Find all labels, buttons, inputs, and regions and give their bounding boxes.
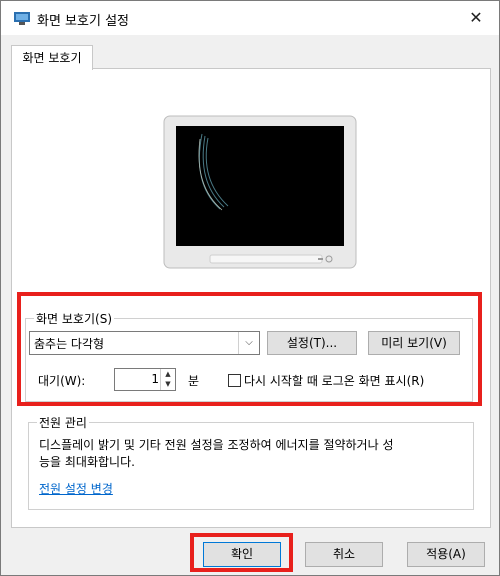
chevron-down-icon: ⌵ (238, 332, 259, 354)
power-description-line2: 능을 최대화합니다. (39, 455, 135, 469)
monitor-preview (163, 115, 357, 269)
tab-panel: 화면 보호기(S) 춤추는 다각형 ⌵ 설정(T)... 미리 보기(V) 대기… (11, 68, 491, 528)
cancel-button[interactable]: 취소 (305, 542, 383, 567)
spin-down-icon[interactable]: ▼ (161, 379, 175, 389)
tab-screensaver[interactable]: 화면 보호기 (11, 45, 93, 70)
screensaver-group-label: 화면 보호기(S) (34, 310, 114, 327)
power-description-line1: 디스플레이 밝기 및 기타 전원 설정을 조정하여 에너지를 절약하거나 성 (39, 438, 394, 452)
wait-unit-label: 분 (188, 374, 200, 388)
power-group-label: 전원 관리 (37, 414, 89, 431)
close-icon: ✕ (469, 8, 483, 27)
close-button[interactable]: ✕ (453, 1, 499, 35)
apply-button[interactable]: 적용(A) (407, 542, 485, 567)
logon-checkbox[interactable] (228, 374, 241, 387)
logon-checkbox-label[interactable]: 다시 시작할 때 로그온 화면 표시(R) (244, 372, 424, 389)
wait-minutes-value: 1 (151, 372, 159, 386)
wait-minutes-stepper[interactable]: 1 ▲ ▼ (114, 368, 176, 391)
wait-label: 대기(W): (38, 374, 86, 388)
preview-button[interactable]: 미리 보기(V) (368, 331, 460, 355)
window-title: 화면 보호기 설정 (37, 14, 129, 29)
screensaver-app-icon (14, 12, 30, 25)
screensaver-select[interactable]: 춤추는 다각형 ⌵ (29, 331, 260, 355)
stepper-buttons: ▲ ▼ (160, 369, 175, 390)
ok-button[interactable]: 확인 (203, 542, 281, 567)
screensaver-settings-window: 화면 보호기 설정 ✕ 화면 보호기 화면 보호기(S) 춤추는 다각형 ⌵ 설… (0, 0, 500, 576)
settings-button[interactable]: 설정(T)... (267, 331, 357, 355)
screensaver-select-value: 춤추는 다각형 (34, 337, 105, 351)
title-bar: 화면 보호기 설정 ✕ (1, 1, 499, 35)
power-settings-link[interactable]: 전원 설정 변경 (39, 480, 113, 497)
spin-up-icon[interactable]: ▲ (161, 369, 175, 379)
